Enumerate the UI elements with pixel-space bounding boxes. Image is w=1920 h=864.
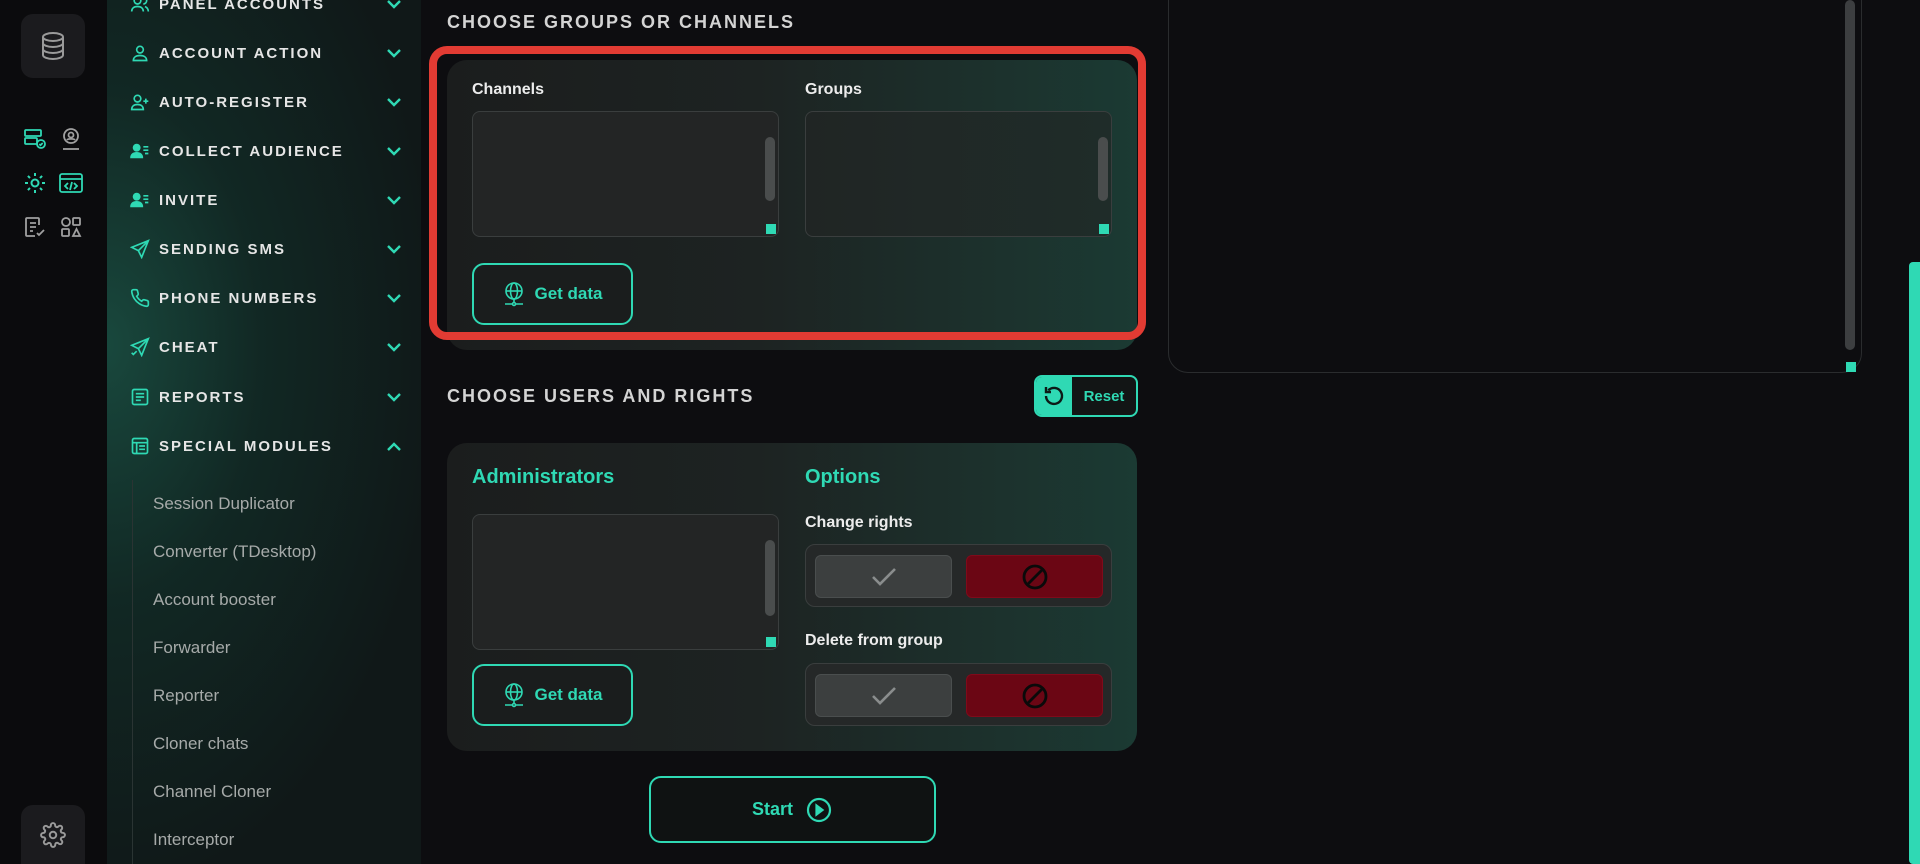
sidebar-item-collect-audience[interactable]: COLLECT AUDIENCE <box>129 137 403 165</box>
phone-icon <box>129 287 151 309</box>
database-button[interactable] <box>21 14 85 78</box>
send-check-icon <box>129 336 151 358</box>
sidebar-item-account-action[interactable]: ACCOUNT ACTION <box>129 39 403 67</box>
gear-button[interactable] <box>21 805 85 864</box>
administrators-textarea[interactable] <box>472 514 779 650</box>
sidebar-item-reports[interactable]: REPORTS <box>129 383 403 411</box>
chevron-down-icon <box>385 191 403 209</box>
reset-label: Reset <box>1083 387 1125 405</box>
user-icon <box>129 42 151 64</box>
sidebar-item-label: SENDING SMS <box>159 240 287 258</box>
play-circle-icon <box>806 797 832 822</box>
server-check-icon[interactable] <box>22 126 48 152</box>
change-rights-disable-button[interactable] <box>966 555 1103 598</box>
chevron-down-icon <box>385 93 403 111</box>
submenu-item-session-duplicator[interactable]: Session Duplicator <box>153 494 295 514</box>
sidebar-item-auto-register[interactable]: AUTO-REGISTER <box>129 88 403 116</box>
sidebar-item-label: CHEAT <box>159 338 220 356</box>
forbidden-icon <box>1022 564 1047 589</box>
user-pin-icon[interactable] <box>58 126 84 152</box>
user-plus-icon <box>129 91 151 113</box>
icon-rail <box>0 0 107 864</box>
submenu-item-account-booster[interactable]: Account booster <box>153 590 276 610</box>
users-section-title: CHOOSE USERS AND RIGHTS <box>447 386 755 406</box>
submenu-divider <box>132 480 133 864</box>
groups-section-title: CHOOSE GROUPS OR CHANNELS <box>447 12 796 32</box>
submenu-item-channel-cloner[interactable]: Channel Cloner <box>153 782 271 802</box>
chevron-down-icon <box>385 338 403 356</box>
sidebar-item-special-modules[interactable]: SPECIAL MODULES <box>129 432 403 460</box>
submenu-item-forwarder[interactable]: Forwarder <box>153 638 230 658</box>
checklist-icon[interactable] <box>22 214 48 240</box>
start-button[interactable]: Start <box>649 776 936 843</box>
submenu-item-reporter[interactable]: Reporter <box>153 686 219 706</box>
globe-network-icon <box>505 683 524 708</box>
sidebar-item-panel-accounts[interactable]: PANEL ACCOUNTS <box>129 0 403 18</box>
submenu-item-cloner-chats[interactable]: Cloner chats <box>153 734 248 754</box>
sidebar-item-phone-numbers[interactable]: PHONE NUMBERS <box>129 284 403 312</box>
delete-from-group-disable-button[interactable] <box>966 674 1103 717</box>
check-icon <box>871 686 896 705</box>
delete-from-group-label: Delete from group <box>805 632 943 649</box>
chevron-down-icon <box>385 0 403 13</box>
submenu-item-converter[interactable]: Converter (TDesktop) <box>153 542 316 562</box>
selection-highlight <box>429 46 1146 340</box>
sidebar-item-label: PANEL ACCOUNTS <box>159 0 326 13</box>
chevron-down-icon <box>385 44 403 62</box>
sidebar-item-label: ACCOUNT ACTION <box>159 44 324 62</box>
chevron-down-icon <box>385 388 403 406</box>
sidebar-item-label: COLLECT AUDIENCE <box>159 142 344 160</box>
output-panel-scrollbar[interactable] <box>1845 0 1855 350</box>
output-panel[interactable] <box>1168 0 1862 373</box>
sidebar-item-sending-sms[interactable]: SENDING SMS <box>129 235 403 263</box>
users-icon <box>129 0 151 15</box>
submenu-item-interceptor[interactable]: Interceptor <box>153 830 234 850</box>
gear-icon <box>40 821 66 848</box>
sidebar-item-label: SPECIAL MODULES <box>159 437 333 455</box>
delete-from-group-enable-button[interactable] <box>815 674 952 717</box>
sidebar-item-label: AUTO-REGISTER <box>159 93 309 111</box>
user-list-icon <box>129 140 151 162</box>
sidebar-item-label: INVITE <box>159 191 220 209</box>
sidebar-item-invite[interactable]: INVITE <box>129 186 403 214</box>
shapes-icon[interactable] <box>58 214 84 240</box>
chevron-up-icon <box>385 437 403 455</box>
sidebar-item-cheat[interactable]: CHEAT <box>129 333 403 361</box>
chevron-down-icon <box>385 142 403 160</box>
settings-icon[interactable] <box>22 170 48 196</box>
administrators-resize-handle[interactable] <box>766 637 776 647</box>
report-icon <box>129 386 151 408</box>
sidebar: PANEL ACCOUNTS ACCOUNT ACTION AUTO-REGIS… <box>107 0 421 864</box>
database-icon <box>42 32 64 60</box>
get-data-label: Get data <box>534 685 603 704</box>
change-rights-toggle <box>805 544 1112 607</box>
reset-button[interactable]: Reset <box>1034 375 1138 417</box>
send-icon <box>129 238 151 260</box>
administrators-scrollbar[interactable] <box>765 540 775 616</box>
refresh-icon <box>1036 377 1072 415</box>
output-panel-resize-handle[interactable] <box>1846 362 1856 372</box>
code-window-icon[interactable] <box>58 170 84 196</box>
administrators-label: Administrators <box>472 466 615 488</box>
administrators-get-data-button[interactable]: Get data <box>472 664 633 726</box>
start-label: Start <box>751 799 793 819</box>
chevron-down-icon <box>385 289 403 307</box>
chevron-down-icon <box>385 240 403 258</box>
options-label: Options <box>805 466 881 488</box>
sidebar-item-label: REPORTS <box>159 388 246 406</box>
page-scrollbar[interactable] <box>1909 262 1920 864</box>
sidebar-item-label: PHONE NUMBERS <box>159 289 319 307</box>
change-rights-enable-button[interactable] <box>815 555 952 598</box>
modules-icon <box>129 435 151 457</box>
change-rights-label: Change rights <box>805 514 913 531</box>
user-list-icon <box>129 189 151 211</box>
delete-from-group-toggle <box>805 663 1112 726</box>
forbidden-icon <box>1022 683 1047 708</box>
check-icon <box>871 567 896 586</box>
